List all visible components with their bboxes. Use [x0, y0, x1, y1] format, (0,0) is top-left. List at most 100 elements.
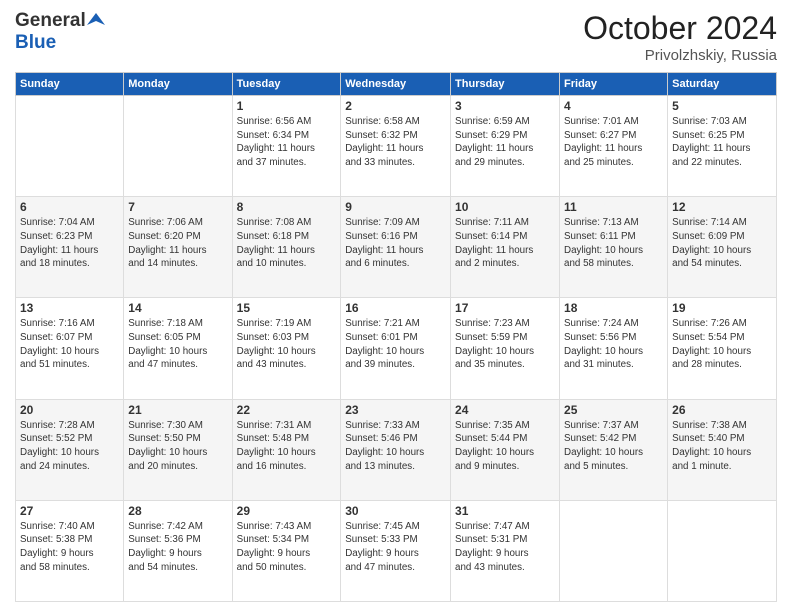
cell-1-4: 10 Sunrise: 7:11 AM Sunset: 6:14 PM Dayli… [451, 197, 560, 298]
col-monday: Monday [124, 73, 232, 96]
cell-info: Sunrise: 7:47 AM Sunset: 5:31 PM Dayligh… [455, 520, 555, 575]
cell-4-1: 28 Sunrise: 7:42 AM Sunset: 5:36 PM Dayli… [124, 500, 232, 601]
cell-4-5 [560, 500, 668, 601]
cell-info: Sunrise: 7:38 AM Sunset: 5:40 PM Dayligh… [672, 419, 772, 474]
calendar-title: October 2024 [583, 10, 777, 47]
cell-2-6: 19 Sunrise: 7:26 AM Sunset: 5:54 PM Dayli… [668, 298, 777, 399]
col-sunday: Sunday [16, 73, 124, 96]
cell-info: Sunrise: 7:04 AM Sunset: 6:23 PM Dayligh… [20, 216, 119, 271]
cell-3-6: 26 Sunrise: 7:38 AM Sunset: 5:40 PM Dayli… [668, 399, 777, 500]
cell-3-0: 20Sunrise: 7:28 AM Sunset: 5:52 PM Dayli… [16, 399, 124, 500]
cell-info: Sunrise: 7:24 AM Sunset: 5:56 PM Dayligh… [564, 317, 663, 372]
cell-info: Sunrise: 7:42 AM Sunset: 5:36 PM Dayligh… [128, 520, 227, 575]
cell-info: Sunrise: 7:14 AM Sunset: 6:09 PM Dayligh… [672, 216, 772, 271]
cell-info: Sunrise: 7:43 AM Sunset: 5:34 PM Dayligh… [237, 520, 337, 575]
day-number: 16 [345, 301, 446, 315]
title-block: October 2024 Privolzhskiy, Russia [583, 10, 777, 64]
cell-1-0: 6 Sunrise: 7:04 AM Sunset: 6:23 PM Daylig… [16, 197, 124, 298]
cell-4-4: 31 Sunrise: 7:47 AM Sunset: 5:31 PM Dayli… [451, 500, 560, 601]
cell-info: Sunrise: 7:37 AM Sunset: 5:42 PM Dayligh… [564, 419, 663, 474]
day-number: 24 [455, 403, 555, 417]
week-row-2: 6 Sunrise: 7:04 AM Sunset: 6:23 PM Daylig… [16, 197, 777, 298]
cell-info: Sunrise: 6:56 AM Sunset: 6:34 PM Dayligh… [237, 115, 337, 170]
cell-1-3: 9 Sunrise: 7:09 AM Sunset: 6:16 PM Daylig… [341, 197, 451, 298]
cell-1-1: 7 Sunrise: 7:06 AM Sunset: 6:20 PM Daylig… [124, 197, 232, 298]
day-number: 5 [672, 99, 772, 113]
week-row-1: 1Sunrise: 6:56 AM Sunset: 6:34 PM Daylig… [16, 96, 777, 197]
col-tuesday: Tuesday [232, 73, 341, 96]
cell-2-1: 14Sunrise: 7:18 AM Sunset: 6:05 PM Dayli… [124, 298, 232, 399]
calendar-header-row: Sunday Monday Tuesday Wednesday Thursday… [16, 73, 777, 96]
cell-info: Sunrise: 7:11 AM Sunset: 6:14 PM Dayligh… [455, 216, 555, 271]
cell-2-2: 15 Sunrise: 7:19 AM Sunset: 6:03 PM Dayli… [232, 298, 341, 399]
day-number: 31 [455, 504, 555, 518]
page: General Blue October 2024 Privolzhskiy, … [0, 0, 792, 612]
cell-0-1 [124, 96, 232, 197]
calendar-location: Privolzhskiy, Russia [583, 47, 777, 64]
cell-2-5: 18Sunrise: 7:24 AM Sunset: 5:56 PM Dayli… [560, 298, 668, 399]
cell-info: Sunrise: 7:08 AM Sunset: 6:18 PM Dayligh… [237, 216, 337, 271]
cell-0-2: 1Sunrise: 6:56 AM Sunset: 6:34 PM Daylig… [232, 96, 341, 197]
cell-info: Sunrise: 7:06 AM Sunset: 6:20 PM Dayligh… [128, 216, 227, 271]
logo-blue: Blue [15, 32, 56, 53]
cell-4-6 [668, 500, 777, 601]
col-thursday: Thursday [451, 73, 560, 96]
cell-0-6: 5Sunrise: 7:03 AM Sunset: 6:25 PM Daylig… [668, 96, 777, 197]
day-number: 21 [128, 403, 227, 417]
col-saturday: Saturday [668, 73, 777, 96]
cell-3-5: 25 Sunrise: 7:37 AM Sunset: 5:42 PM Dayli… [560, 399, 668, 500]
cell-info: Sunrise: 7:21 AM Sunset: 6:01 PM Dayligh… [345, 317, 446, 372]
day-number: 14 [128, 301, 227, 315]
day-number: 10 [455, 200, 555, 214]
cell-info: Sunrise: 7:09 AM Sunset: 6:16 PM Dayligh… [345, 216, 446, 271]
logo-general: General [15, 10, 86, 32]
cell-info: Sunrise: 7:40 AM Sunset: 5:38 PM Dayligh… [20, 520, 119, 575]
cell-info: Sunrise: 6:59 AM Sunset: 6:29 PM Dayligh… [455, 115, 555, 170]
cell-info: Sunrise: 6:58 AM Sunset: 6:32 PM Dayligh… [345, 115, 446, 170]
cell-1-6: 12Sunrise: 7:14 AM Sunset: 6:09 PM Dayli… [668, 197, 777, 298]
day-number: 9 [345, 200, 446, 214]
day-number: 13 [20, 301, 119, 315]
cell-info: Sunrise: 7:31 AM Sunset: 5:48 PM Dayligh… [237, 419, 337, 474]
cell-1-2: 8Sunrise: 7:08 AM Sunset: 6:18 PM Daylig… [232, 197, 341, 298]
cell-4-2: 29 Sunrise: 7:43 AM Sunset: 5:34 PM Dayli… [232, 500, 341, 601]
cell-3-1: 21Sunrise: 7:30 AM Sunset: 5:50 PM Dayli… [124, 399, 232, 500]
day-number: 11 [564, 200, 663, 214]
cell-2-4: 17Sunrise: 7:23 AM Sunset: 5:59 PM Dayli… [451, 298, 560, 399]
cell-info: Sunrise: 7:19 AM Sunset: 6:03 PM Dayligh… [237, 317, 337, 372]
day-number: 19 [672, 301, 772, 315]
cell-0-5: 4 Sunrise: 7:01 AM Sunset: 6:27 PM Daylig… [560, 96, 668, 197]
header: General Blue October 2024 Privolzhskiy, … [15, 10, 777, 64]
day-number: 25 [564, 403, 663, 417]
day-number: 3 [455, 99, 555, 113]
cell-4-0: 27 Sunrise: 7:40 AM Sunset: 5:38 PM Dayli… [16, 500, 124, 601]
cell-3-2: 22Sunrise: 7:31 AM Sunset: 5:48 PM Dayli… [232, 399, 341, 500]
day-number: 29 [237, 504, 337, 518]
day-number: 2 [345, 99, 446, 113]
cell-3-3: 23Sunrise: 7:33 AM Sunset: 5:46 PM Dayli… [341, 399, 451, 500]
week-row-5: 27 Sunrise: 7:40 AM Sunset: 5:38 PM Dayli… [16, 500, 777, 601]
day-number: 6 [20, 200, 119, 214]
cell-2-3: 16 Sunrise: 7:21 AM Sunset: 6:01 PM Dayli… [341, 298, 451, 399]
cell-info: Sunrise: 7:28 AM Sunset: 5:52 PM Dayligh… [20, 419, 119, 474]
cell-0-4: 3 Sunrise: 6:59 AM Sunset: 6:29 PM Daylig… [451, 96, 560, 197]
day-number: 15 [237, 301, 337, 315]
day-number: 4 [564, 99, 663, 113]
cell-info: Sunrise: 7:16 AM Sunset: 6:07 PM Dayligh… [20, 317, 119, 372]
logo: General Blue [15, 10, 105, 54]
cell-0-0 [16, 96, 124, 197]
cell-info: Sunrise: 7:33 AM Sunset: 5:46 PM Dayligh… [345, 419, 446, 474]
day-number: 26 [672, 403, 772, 417]
day-number: 28 [128, 504, 227, 518]
week-row-3: 13 Sunrise: 7:16 AM Sunset: 6:07 PM Dayli… [16, 298, 777, 399]
calendar-table: Sunday Monday Tuesday Wednesday Thursday… [15, 72, 777, 602]
day-number: 7 [128, 200, 227, 214]
cell-info: Sunrise: 7:01 AM Sunset: 6:27 PM Dayligh… [564, 115, 663, 170]
day-number: 27 [20, 504, 119, 518]
cell-4-3: 30Sunrise: 7:45 AM Sunset: 5:33 PM Dayli… [341, 500, 451, 601]
cell-1-5: 11Sunrise: 7:13 AM Sunset: 6:11 PM Dayli… [560, 197, 668, 298]
week-row-4: 20Sunrise: 7:28 AM Sunset: 5:52 PM Dayli… [16, 399, 777, 500]
cell-info: Sunrise: 7:23 AM Sunset: 5:59 PM Dayligh… [455, 317, 555, 372]
col-friday: Friday [560, 73, 668, 96]
cell-info: Sunrise: 7:26 AM Sunset: 5:54 PM Dayligh… [672, 317, 772, 372]
